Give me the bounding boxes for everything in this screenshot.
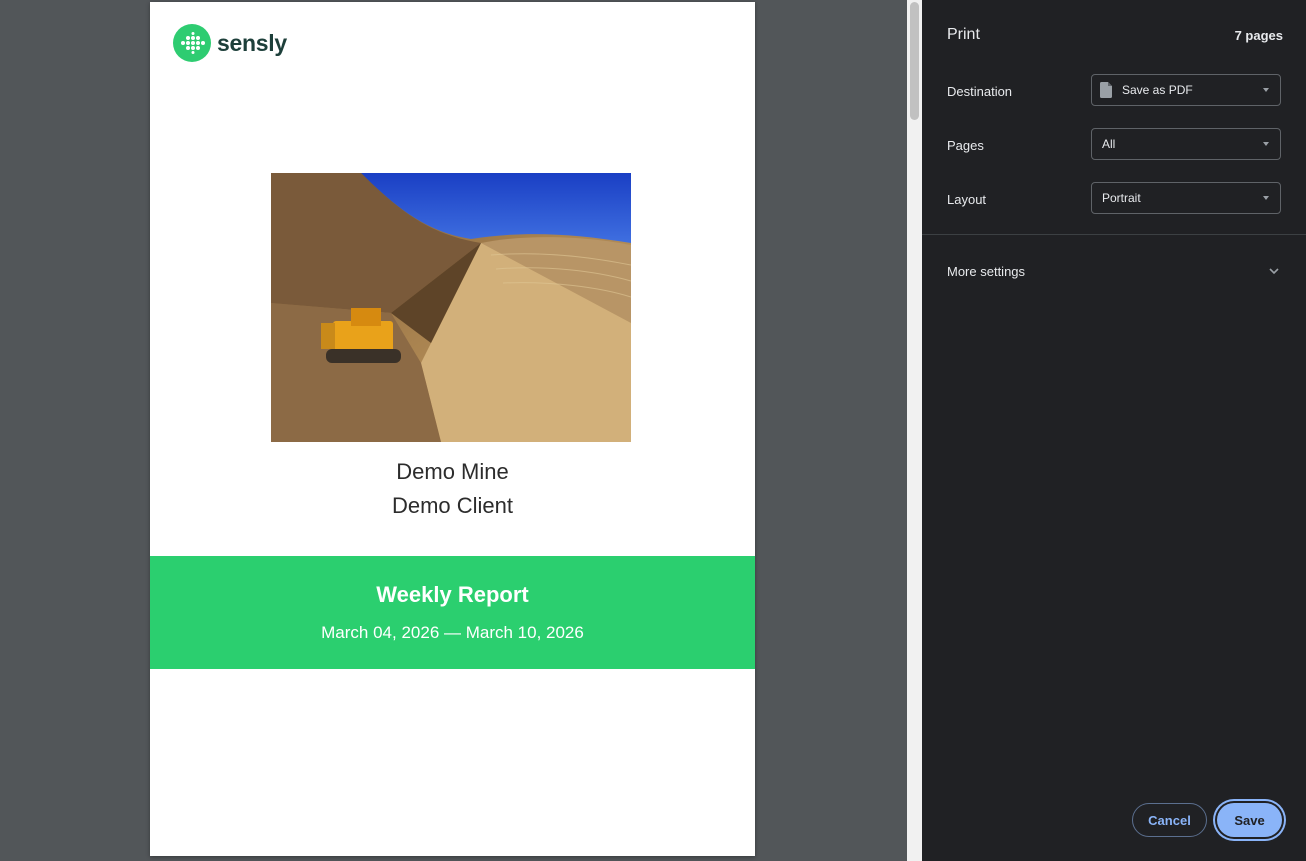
report-title: Weekly Report	[376, 582, 529, 607]
destination-label: Destination	[947, 84, 1013, 99]
mine-name: Demo Mine	[396, 459, 509, 484]
print-settings-panel: Print 7 pages Destination Save as PDF Pa…	[922, 0, 1306, 861]
preview-scrollbar[interactable]	[907, 0, 922, 861]
preview-page: sensly Demo Mine Demo Client Weekly Repo…	[150, 2, 755, 856]
destination-select[interactable]: Save as PDF	[1091, 74, 1281, 106]
cancel-button[interactable]: Cancel	[1132, 803, 1207, 837]
preview-scrollbar-thumb[interactable]	[910, 2, 919, 120]
layout-select[interactable]: Portrait	[1091, 182, 1281, 214]
mine-photo	[271, 173, 631, 442]
layout-value: Portrait	[1102, 191, 1141, 205]
client-name: Demo Client	[391, 493, 514, 518]
chevron-down-icon	[1263, 142, 1269, 146]
expand-chevron-icon[interactable]	[1267, 264, 1281, 278]
layout-label: Layout	[947, 192, 987, 207]
report-banner: Weekly Report March 04, 2026 — March 10,…	[150, 556, 755, 669]
divider	[922, 234, 1306, 235]
chevron-down-icon	[1263, 196, 1269, 200]
report-date-range: March 04, 2026 — March 10, 2026	[321, 623, 584, 642]
more-settings-toggle[interactable]: More settings	[947, 264, 1025, 279]
pages-select[interactable]: All	[1091, 128, 1281, 160]
page-count: 7 pages	[1234, 28, 1283, 43]
sensly-logo: sensly	[173, 23, 287, 63]
chevron-down-icon	[1263, 88, 1269, 92]
pages-label: Pages	[947, 138, 984, 153]
save-button[interactable]: Save	[1217, 803, 1282, 837]
pages-value: All	[1102, 137, 1116, 151]
print-preview-area: sensly Demo Mine Demo Client Weekly Repo…	[0, 0, 907, 861]
sensly-logo-icon	[173, 24, 211, 62]
print-title: Print	[947, 26, 980, 43]
brand-name: sensly	[217, 29, 287, 56]
file-icon	[1100, 82, 1112, 98]
destination-value: Save as PDF	[1122, 83, 1193, 97]
